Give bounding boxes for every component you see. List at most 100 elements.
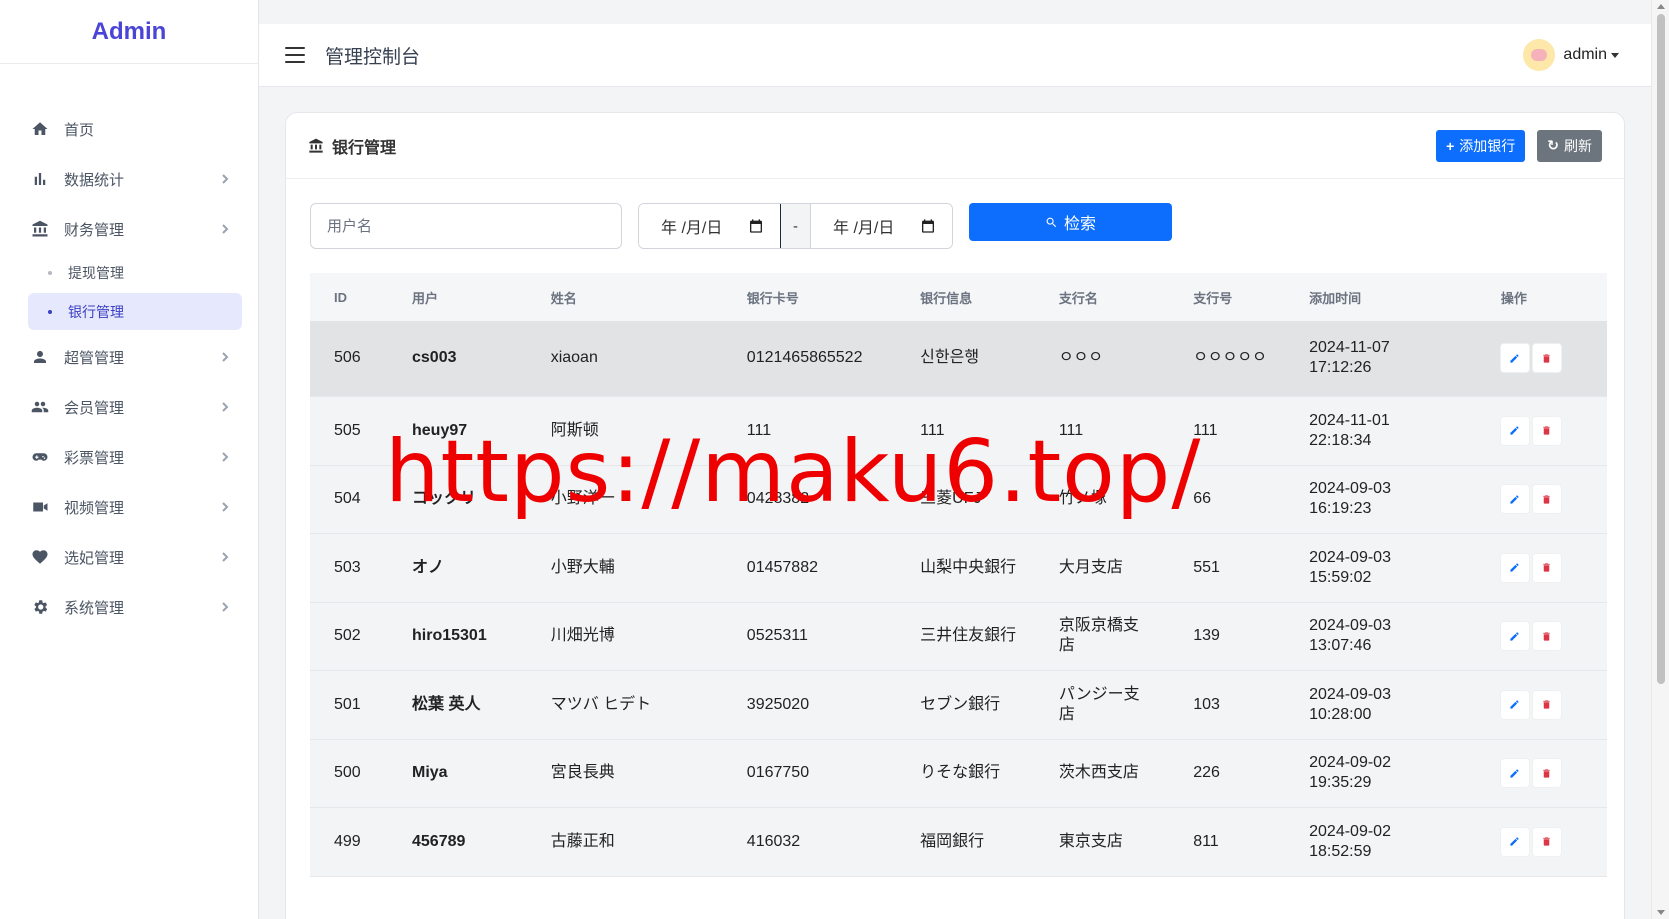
cell-bank-info: 신한은행 <box>896 321 1035 397</box>
cell-bank-info: 山梨中央銀行 <box>896 533 1035 603</box>
scroll-up-arrow-icon[interactable] <box>1657 4 1665 9</box>
sidebar-item-lottery[interactable]: 彩票管理 <box>0 432 258 482</box>
search-button[interactable]: 检索 <box>969 203 1172 241</box>
sidebar-item-statistics[interactable]: 数据统计 <box>0 154 258 204</box>
column-header[interactable]: 支行号 <box>1169 273 1286 321</box>
column-header[interactable]: 姓名 <box>526 273 723 321</box>
bank-icon <box>30 219 50 239</box>
delete-button[interactable] <box>1532 759 1561 787</box>
gear-icon <box>30 597 50 617</box>
sidebar-item-members[interactable]: 会员管理 <box>0 382 258 432</box>
trash-icon <box>1543 563 1551 572</box>
row-actions <box>1500 827 1607 856</box>
delete-button[interactable] <box>1532 344 1561 373</box>
cell-added-time: 2024-09-03 16:19:23 <box>1285 465 1477 534</box>
chevron-right-icon <box>220 502 230 512</box>
chevron-right-icon <box>220 602 230 612</box>
sidebar-item-finance[interactable]: 财务管理 <box>0 204 258 254</box>
cell-id: 504 <box>310 465 388 534</box>
username-input[interactable] <box>310 203 622 249</box>
column-header[interactable]: 银行信息 <box>896 273 1035 321</box>
add-bank-button[interactable]: + 添加银行 <box>1436 129 1526 162</box>
calendar-icon[interactable] <box>748 218 764 234</box>
edit-button[interactable] <box>1500 690 1529 719</box>
edit-button[interactable] <box>1500 416 1529 445</box>
cell-id: 502 <box>310 602 388 671</box>
date-from-input[interactable]: 年 /月/日 <box>639 204 780 248</box>
date-separator: - <box>780 204 811 248</box>
added-clock: 13:07:46 <box>1309 637 1372 654</box>
cell-user: オノ <box>388 533 527 603</box>
delete-button[interactable] <box>1532 416 1561 445</box>
added-clock: 16:19:23 <box>1309 500 1372 517</box>
brand-logo[interactable]: Admin <box>0 0 258 64</box>
cell-user: 松葉 英人 <box>388 670 527 740</box>
sidebar-item-system[interactable]: 系统管理 <box>0 582 258 632</box>
column-header[interactable]: 支行名 <box>1034 273 1170 321</box>
cell-branch-name: 大月支店 <box>1034 533 1170 603</box>
column-header[interactable]: 银行卡号 <box>722 273 897 321</box>
column-header[interactable]: 用户 <box>388 273 527 321</box>
trash-icon <box>1543 494 1551 504</box>
added-date: 2024-09-02 <box>1309 754 1391 771</box>
menu-toggle-icon[interactable] <box>285 47 305 63</box>
delete-button[interactable] <box>1532 690 1561 719</box>
user-menu[interactable]: admin <box>1523 39 1619 71</box>
trash-icon <box>1543 768 1551 778</box>
card-header: 银行管理 + 添加银行 ↻ 刷新 <box>286 113 1624 179</box>
added-date: 2024-09-03 <box>1309 685 1391 703</box>
sidebar: Admin 首页 数据统计 财务管理 提现管理 银行管理 超管管理 会员管理 彩… <box>0 0 259 919</box>
chevron-right-icon <box>220 224 230 234</box>
column-header[interactable]: 添加时间 <box>1285 273 1477 321</box>
card-title-text: 银行管理 <box>332 139 397 157</box>
cell-branch-number: 551 <box>1169 533 1286 603</box>
sidebar-item-superadmin[interactable]: 超管管理 <box>0 332 258 382</box>
delete-button[interactable] <box>1532 553 1561 582</box>
bank-table: ID 用户 姓名 银行卡号 银行信息 支行名 支行号 添加时间 操作 506 cs… <box>310 273 1607 877</box>
scroll-down-arrow-icon[interactable] <box>1657 910 1665 915</box>
table-header-row: ID 用户 姓名 银行卡号 银行信息 支行名 支行号 添加时间 操作 <box>310 273 1607 321</box>
person-icon <box>30 347 50 367</box>
cell-branch-name: 竹ノ塚 <box>1034 465 1170 534</box>
date-to-input[interactable]: 年 /月/日 <box>811 204 952 248</box>
sidebar-subitem-withdrawal[interactable]: 提现管理 <box>28 254 242 291</box>
edit-button[interactable] <box>1500 759 1529 787</box>
gamepad-icon <box>30 447 50 467</box>
edit-button[interactable] <box>1500 827 1529 856</box>
cell-branch-number: ㅇㅇㅇㅇㅇ <box>1169 321 1286 397</box>
sidebar-subitem-bank[interactable]: 银行管理 <box>28 293 242 330</box>
pencil-icon <box>1510 768 1520 778</box>
scroll-thumb[interactable] <box>1657 14 1665 684</box>
page-scrollbar[interactable] <box>1651 0 1669 919</box>
edit-button[interactable] <box>1500 622 1529 650</box>
cell-actions <box>1476 321 1607 397</box>
home-icon <box>30 119 50 139</box>
delete-button[interactable] <box>1532 827 1561 856</box>
cell-name: 阿斯顿 <box>526 396 723 466</box>
calendar-icon[interactable] <box>920 218 936 234</box>
refresh-button[interactable]: ↻ 刷新 <box>1537 129 1602 162</box>
cell-name: 川畑光博 <box>526 602 723 671</box>
added-date: 2024-09-03 <box>1309 548 1391 566</box>
cell-name: マツバ ヒデト <box>526 670 723 740</box>
delete-button[interactable] <box>1532 622 1561 650</box>
card-title: 银行管理 <box>308 134 396 158</box>
sidebar-item-selection[interactable]: 选妃管理 <box>0 532 258 582</box>
sidebar-item-label: 系统管理 <box>64 599 125 617</box>
sidebar-item-home[interactable]: 首页 <box>0 104 258 154</box>
added-clock: 10:28:00 <box>1309 705 1372 723</box>
edit-button[interactable] <box>1500 553 1529 582</box>
edit-button[interactable] <box>1500 485 1529 513</box>
cell-card-number: 01457882 <box>722 533 897 603</box>
edit-button[interactable] <box>1500 344 1529 373</box>
column-header[interactable]: ID <box>310 273 388 321</box>
cell-branch-number: 811 <box>1169 807 1286 877</box>
pencil-icon <box>1510 837 1520 846</box>
sidebar-item-video[interactable]: 视频管理 <box>0 482 258 532</box>
trash-icon <box>1543 631 1551 641</box>
delete-button[interactable] <box>1532 485 1561 513</box>
chevron-right-icon <box>220 402 230 412</box>
cell-user: コックリ <box>388 465 527 534</box>
cell-actions <box>1476 396 1607 466</box>
cell-branch-name: パンジー支店 <box>1034 670 1170 740</box>
